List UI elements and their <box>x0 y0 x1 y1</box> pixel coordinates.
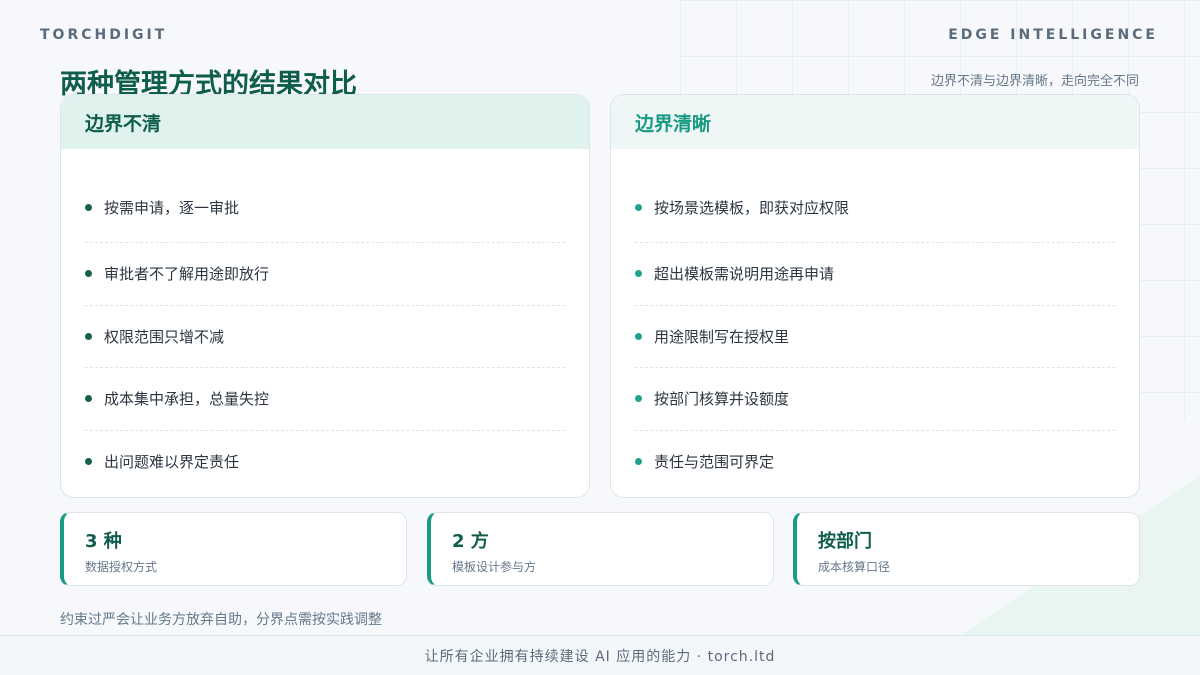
stat-card-authorization-methods: 3 种 数据授权方式 <box>60 512 407 586</box>
panel-heading: 边界清晰 <box>611 95 1139 149</box>
page-subtitle: 边界不清与边界清晰，走向完全不同 <box>930 74 1139 89</box>
clear-boundary-panel: 边界清晰 按场景选模板，即获对应权限 超出模板需说明用途再申请 用途限制写在授权… <box>610 94 1140 498</box>
list-item-text: 按部门核算并设额度 <box>654 390 790 409</box>
bullet-dot-icon <box>635 395 642 403</box>
list-item-text: 权限范围只增不减 <box>104 327 225 346</box>
list-item: 按场景选模板，即获对应权限 <box>635 173 1115 243</box>
list-item-text: 按需申请，逐一审批 <box>104 199 240 217</box>
stat-card-template-parties: 2 方 模板设计参与方 <box>427 512 774 586</box>
stat-label: 模板设计参与方 <box>452 560 537 574</box>
stat-label: 数据授权方式 <box>85 560 158 574</box>
bullet-dot-icon <box>635 270 642 278</box>
bullet-dot-icon <box>635 332 642 340</box>
list-item: 成本集中承担，总量失控 <box>85 368 565 431</box>
stat-value: 按部门 <box>818 531 872 552</box>
brand-logo-text: TORCHDIGIT <box>40 27 168 43</box>
bullet-dot-icon <box>85 204 92 211</box>
brand-tagline: EDGE INTELLIGENCE <box>948 27 1158 43</box>
list-item-text: 按场景选模板，即获对应权限 <box>654 199 850 217</box>
stat-card-cost-accounting: 按部门 成本核算口径 <box>793 512 1140 586</box>
list-item: 按需申请，逐一审批 <box>85 173 565 243</box>
panel-list: 按场景选模板，即获对应权限 超出模板需说明用途再申请 用途限制写在授权里 按部门… <box>611 149 1139 493</box>
list-item: 出问题难以界定责任 <box>85 431 565 494</box>
stat-value: 3 种 <box>85 531 122 552</box>
list-item-text: 超出模板需说明用途再申请 <box>654 265 835 284</box>
bullet-dot-icon <box>85 395 92 403</box>
bullet-dot-icon <box>635 458 642 466</box>
list-item-text: 成本集中承担，总量失控 <box>104 390 270 409</box>
list-item: 权限范围只增不减 <box>85 306 565 368</box>
stat-value: 2 方 <box>452 531 489 552</box>
list-item-text: 责任与范围可界定 <box>654 453 775 472</box>
list-item-text: 出问题难以界定责任 <box>104 453 240 472</box>
bullet-dot-icon <box>85 458 92 466</box>
page-footer: 让所有企业拥有持续建设 AI 应用的能力 · torch.ltd <box>0 635 1200 675</box>
list-item: 按部门核算并设额度 <box>635 368 1115 431</box>
list-item: 审批者不了解用途即放行 <box>85 243 565 306</box>
list-item: 用途限制写在授权里 <box>635 306 1115 368</box>
unclear-boundary-panel: 边界不清 按需申请，逐一审批 审批者不了解用途即放行 权限范围只增不减 成本集中… <box>60 94 590 498</box>
list-item: 超出模板需说明用途再申请 <box>635 243 1115 306</box>
list-item-text: 审批者不了解用途即放行 <box>104 265 270 284</box>
panel-list: 按需申请，逐一审批 审批者不了解用途即放行 权限范围只增不减 成本集中承担，总量… <box>61 149 589 493</box>
bullet-dot-icon <box>85 332 92 340</box>
footnote: 约束过严会让业务方放弃自助，分界点需按实践调整 <box>60 612 382 628</box>
list-item-text: 用途限制写在授权里 <box>654 327 790 346</box>
bullet-dot-icon <box>85 270 92 278</box>
list-item: 责任与范围可界定 <box>635 431 1115 494</box>
bullet-dot-icon <box>635 204 642 211</box>
stat-label: 成本核算口径 <box>818 560 891 574</box>
panel-heading: 边界不清 <box>61 95 589 149</box>
